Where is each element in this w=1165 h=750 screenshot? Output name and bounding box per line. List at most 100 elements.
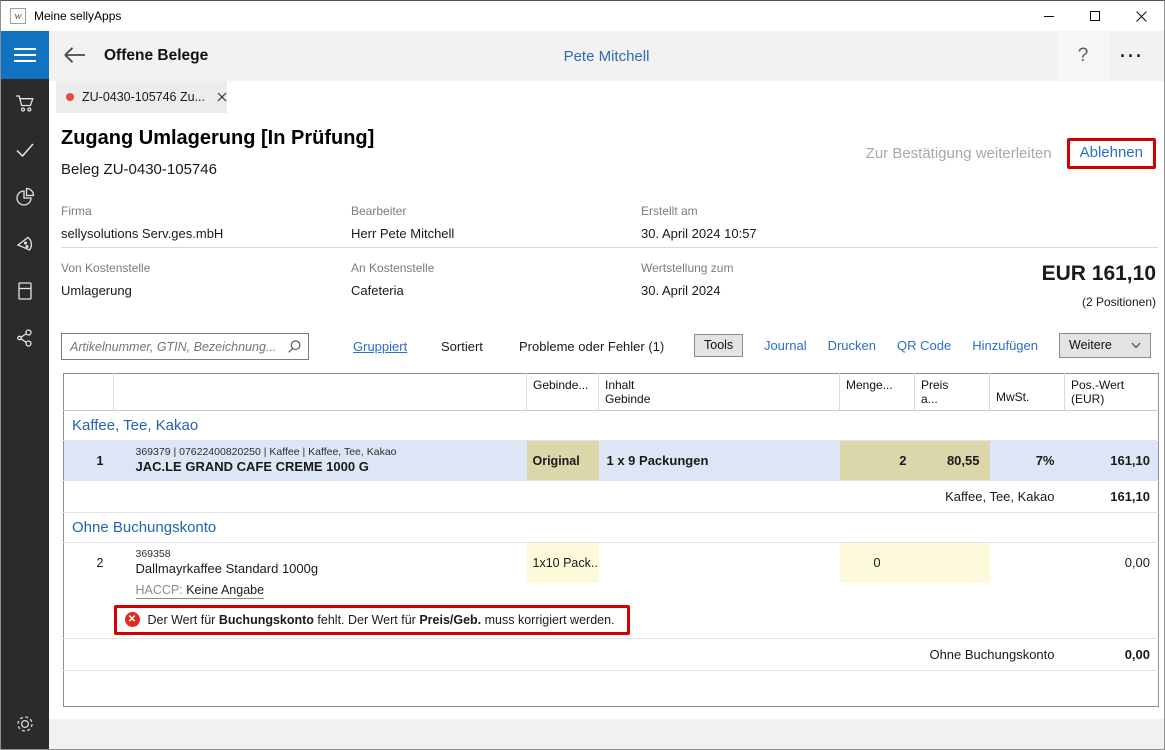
col-header-num xyxy=(64,374,114,411)
subtotal-value: 161,10 xyxy=(1065,481,1159,513)
window-title: Meine sellyApps xyxy=(34,9,121,23)
mwst-cell: 7% xyxy=(990,441,1065,481)
journal-link[interactable]: Journal xyxy=(764,338,807,353)
field-value: Umlagerung xyxy=(61,283,341,298)
col-header-inhalt[interactable]: Inhalt Gebinde xyxy=(599,374,840,411)
annotation-box-error[interactable]: ✕ Der Wert für Buchungskonto fehlt. Der … xyxy=(114,605,630,635)
preis-cell[interactable] xyxy=(915,543,990,583)
table-row-1[interactable]: 1 369379 | 07622400820250 | Kaffee | Kaf… xyxy=(64,441,1159,481)
field-erstellt-am: Erstellt am 30. April 2024 10:57 xyxy=(641,204,921,241)
col-header-article xyxy=(114,374,527,411)
group-header-kaffee: Kaffee, Tee, Kakao xyxy=(64,411,1159,441)
validation-error-row: ✕ Der Wert für Buchungskonto fehlt. Der … xyxy=(64,603,1159,639)
titlebar: w Meine sellyApps xyxy=(1,1,1164,31)
field-bearbeiter: Bearbeiter Herr Pete Mitchell xyxy=(351,204,631,241)
app-logo-icon: w xyxy=(10,8,26,24)
field-label: Von Kostenstelle xyxy=(61,261,341,275)
document-tab[interactable]: ZU-0430-105746 Zu... xyxy=(56,81,227,113)
menge-cell[interactable]: 0 xyxy=(840,543,915,583)
article-name: JAC.LE GRAND CAFE CREME 1000 G xyxy=(136,459,527,475)
tab-close-icon[interactable] xyxy=(217,92,227,102)
col-header-mwst[interactable]: MwSt. xyxy=(990,374,1065,411)
inhalt-cell: 1 x 9 Packungen xyxy=(599,441,840,481)
more-options-icon[interactable]: ··· xyxy=(1110,31,1154,81)
field-firma: Firma sellysolutions Serv.ges.mbH xyxy=(61,204,341,241)
sidebar-item-share[interactable] xyxy=(1,314,49,361)
more-dropdown-label: Weitere xyxy=(1069,338,1112,352)
preis-cell[interactable]: 80,55 xyxy=(915,441,990,481)
problems-filter[interactable]: Probleme oder Fehler (1) xyxy=(519,339,664,354)
row-number: 1 xyxy=(64,441,114,481)
gebinde-cell[interactable]: 1x10 Pack... xyxy=(527,543,599,583)
gebinde-cell[interactable]: Original xyxy=(527,441,599,481)
field-value: Herr Pete Mitchell xyxy=(351,226,631,241)
field-value: sellysolutions Serv.ges.mbH xyxy=(61,226,341,241)
mwst-cell xyxy=(990,543,1065,583)
print-link[interactable]: Drucken xyxy=(828,338,876,353)
group-header-ohne-buchungskonto: Ohne Buchungskonto xyxy=(64,513,1159,543)
more-dropdown-button[interactable]: Weitere xyxy=(1059,333,1151,358)
sidebar-item-cart[interactable] xyxy=(1,79,49,126)
error-message: Der Wert für Buchungskonto fehlt. Der We… xyxy=(148,613,615,627)
position-count: (2 Positionen) xyxy=(1082,295,1156,309)
tools-button[interactable]: Tools xyxy=(694,334,743,357)
haccp-field[interactable]: HACCP: Keine Angabe xyxy=(136,583,265,599)
article-cell: 369379 | 07622400820250 | Kaffee | Kaffe… xyxy=(114,441,527,481)
haccp-label: HACCP: xyxy=(136,583,183,597)
search-icon[interactable] xyxy=(287,339,302,359)
qr-code-link[interactable]: QR Code xyxy=(897,338,951,353)
field-value: Cafeteria xyxy=(351,283,631,298)
current-user-link[interactable]: Pete Mitchell xyxy=(49,48,1164,65)
col-header-preis[interactable]: Preis a... xyxy=(915,374,990,411)
search-input[interactable] xyxy=(61,333,309,360)
table-row-2[interactable]: 2 369358 Dallmayrkaffee Standard 1000g 1… xyxy=(64,543,1159,583)
article-cell: 369358 Dallmayrkaffee Standard 1000g xyxy=(114,543,527,583)
subtotal-row-ohne-buchungskonto: Ohne Buchungskonto 0,00 xyxy=(64,639,1159,671)
unsaved-dot-icon xyxy=(66,93,74,101)
forward-button[interactable]: Zur Bestätigung weiterleiten xyxy=(866,145,1052,162)
fields-divider xyxy=(61,247,1158,248)
poswert-cell: 0,00 xyxy=(1065,543,1159,583)
article-name: Dallmayrkaffee Standard 1000g xyxy=(136,561,527,577)
sidebar-item-tasks[interactable] xyxy=(1,126,49,173)
app-header: Offene Belege Pete Mitchell ? ··· xyxy=(49,31,1164,81)
col-header-menge[interactable]: Menge... xyxy=(840,374,915,411)
inhalt-cell xyxy=(599,543,840,583)
field-wertstellung: Wertstellung zum 30. April 2024 xyxy=(641,261,921,298)
grouped-toggle[interactable]: Gruppiert xyxy=(353,339,407,354)
pizza-slice-icon xyxy=(15,234,35,254)
sidebar-item-food[interactable] xyxy=(1,220,49,267)
close-icon[interactable] xyxy=(1118,1,1164,31)
article-meta: 369358 xyxy=(136,548,527,561)
group-title: Kaffee, Tee, Kakao xyxy=(64,411,1159,441)
sorted-toggle[interactable]: Sortiert xyxy=(441,339,483,354)
document-title: Zugang Umlagerung [In Prüfung] xyxy=(61,127,374,150)
col-header-gebinde[interactable]: Gebinde... xyxy=(527,374,599,411)
subtotal-label: Ohne Buchungskonto xyxy=(64,639,1065,671)
col-header-poswert[interactable]: Pos.-Wert (EUR) xyxy=(1065,374,1159,411)
sidebar-item-settings[interactable] xyxy=(1,706,49,742)
help-button[interactable]: ? xyxy=(1057,31,1109,81)
menge-cell[interactable]: 2 xyxy=(840,441,915,481)
sidebar-item-statistics[interactable] xyxy=(1,173,49,220)
sidebar-item-catalog[interactable] xyxy=(1,267,49,314)
checkmark-icon xyxy=(15,142,35,158)
maximize-icon[interactable] xyxy=(1072,1,1118,31)
window-controls xyxy=(1026,1,1164,31)
hamburger-menu-icon[interactable] xyxy=(1,31,49,79)
field-an-kostenstelle: An Kostenstelle Cafeteria xyxy=(351,261,631,298)
tab-label: ZU-0430-105746 Zu... xyxy=(82,90,205,104)
article-meta: 369379 | 07622400820250 | Kaffee | Kaffe… xyxy=(136,446,527,459)
field-label: Bearbeiter xyxy=(351,204,631,218)
haccp-value: Keine Angabe xyxy=(186,583,264,597)
minimize-icon[interactable] xyxy=(1026,1,1072,31)
search-field-wrap xyxy=(61,333,309,360)
reject-button[interactable]: Ablehnen xyxy=(1080,144,1143,161)
group-title: Ohne Buchungskonto xyxy=(64,513,1159,543)
positions-table: Gebinde... Inhalt Gebinde Menge... Preis… xyxy=(63,373,1159,707)
add-link[interactable]: Hinzufügen xyxy=(972,338,1038,353)
field-von-kostenstelle: Von Kostenstelle Umlagerung xyxy=(61,261,341,298)
subtotal-value: 0,00 xyxy=(1065,639,1159,671)
poswert-cell: 161,10 xyxy=(1065,441,1159,481)
document-number: Beleg ZU-0430-105746 xyxy=(61,161,217,178)
